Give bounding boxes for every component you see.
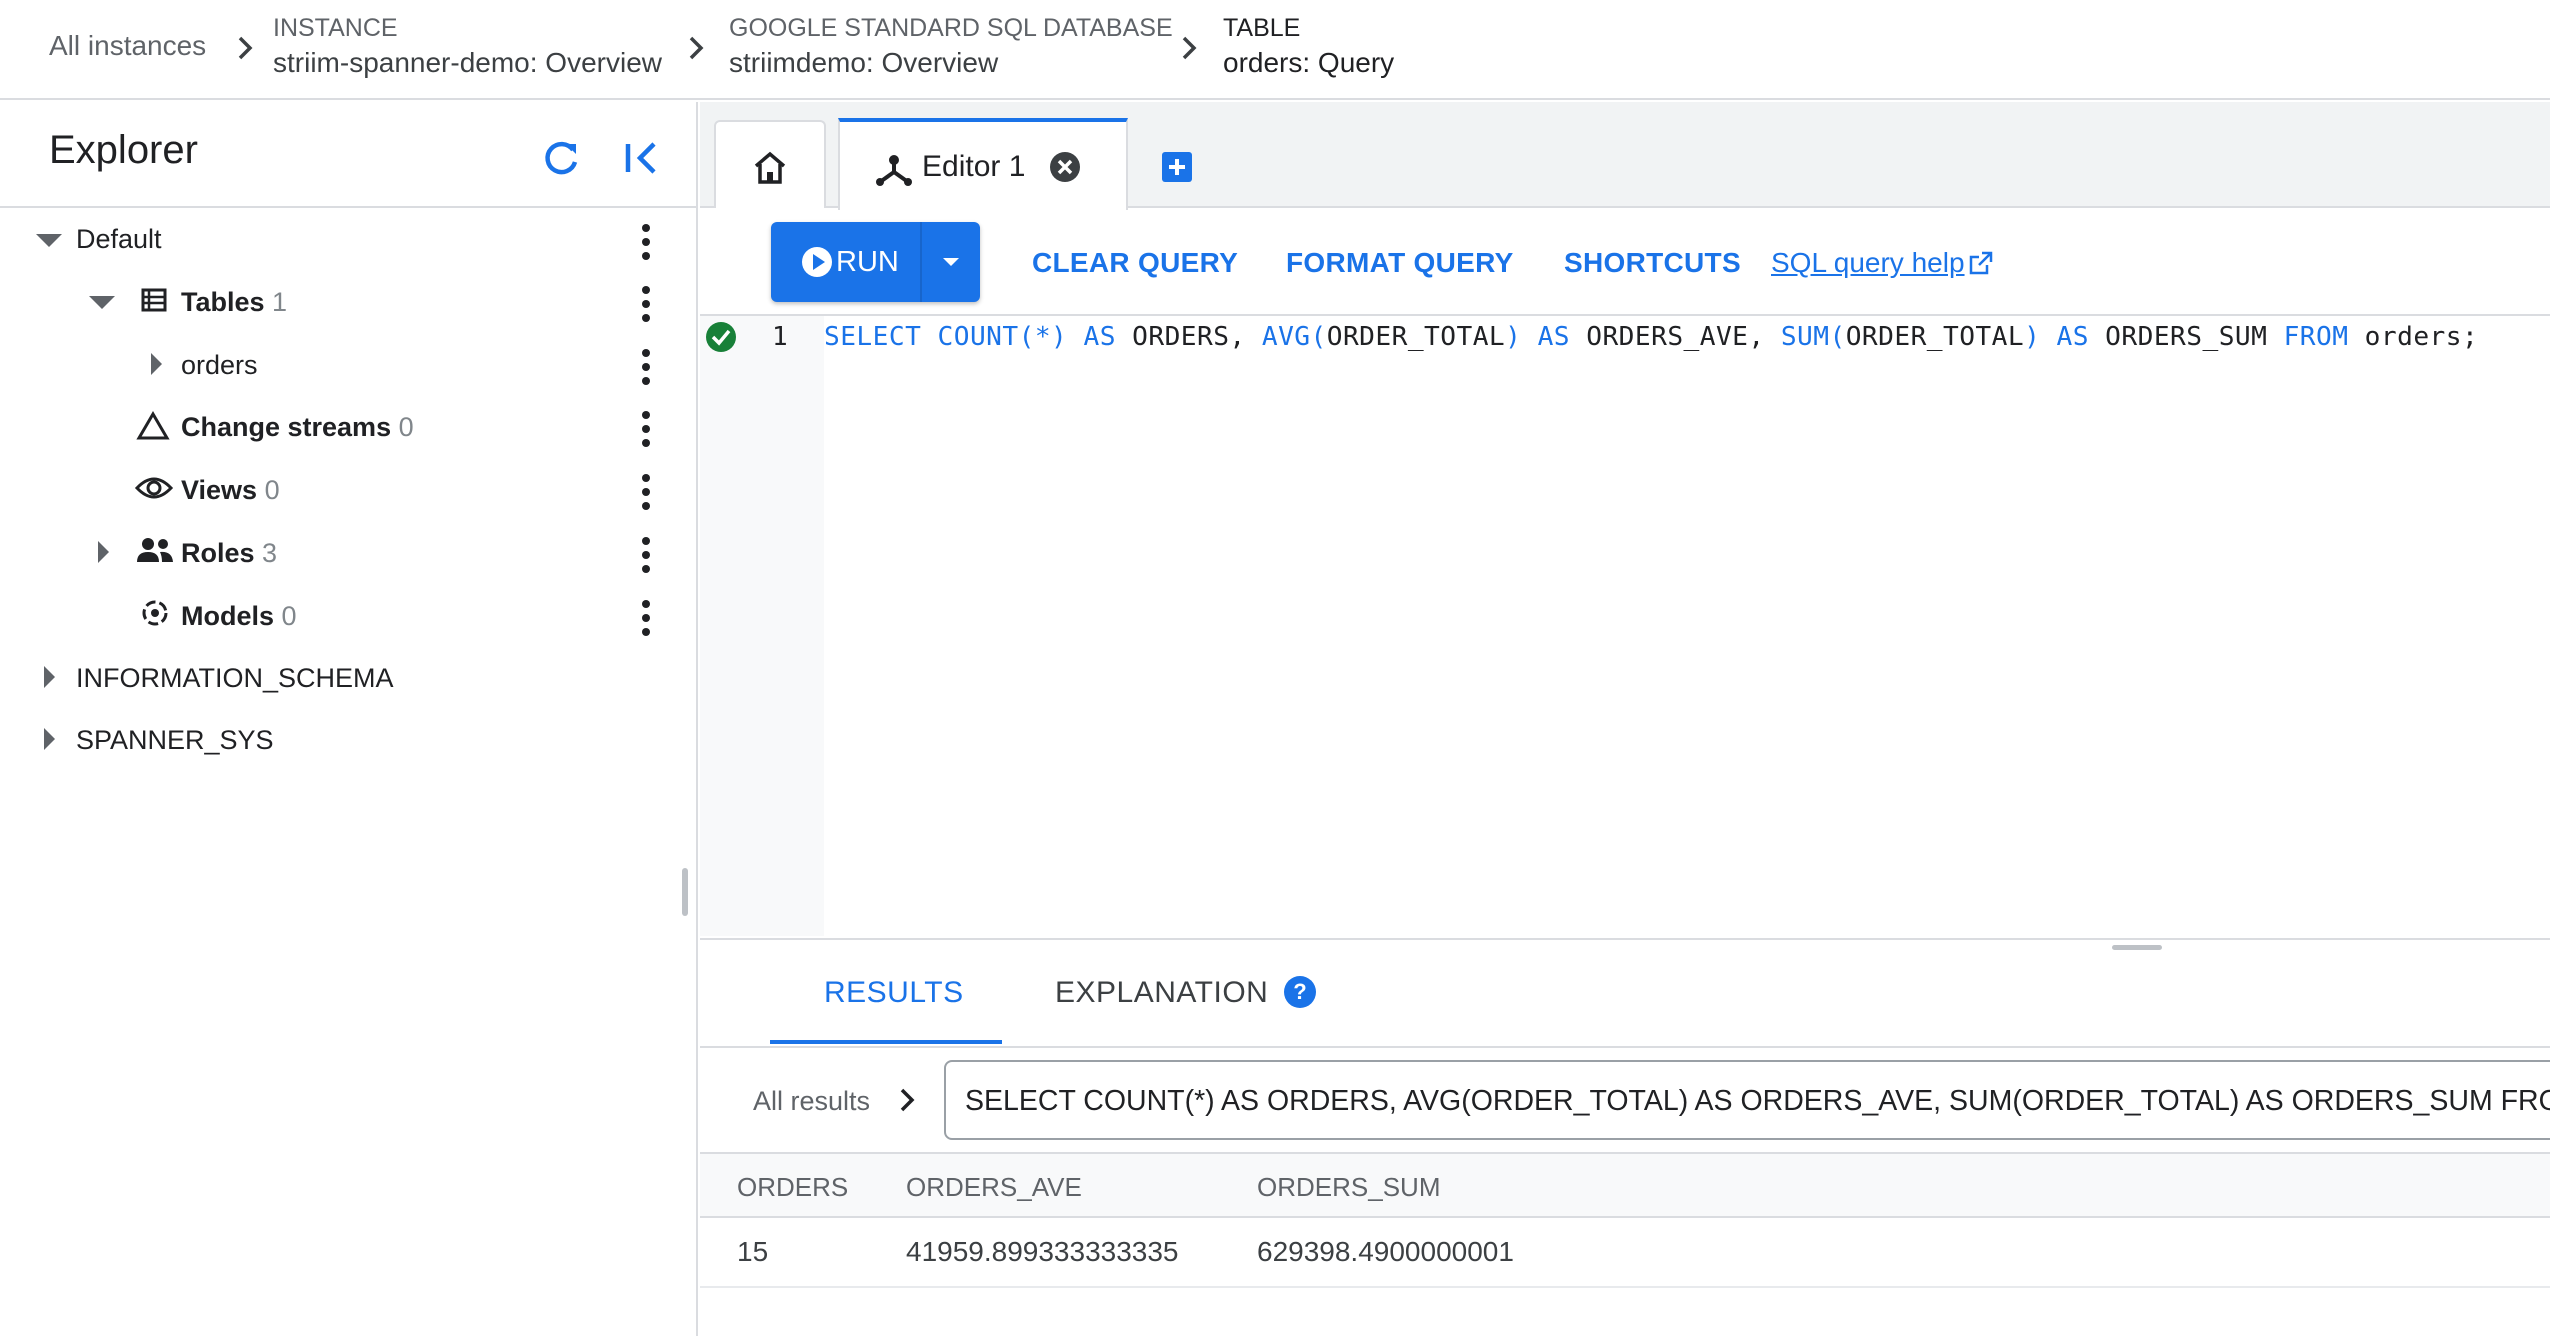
sql-keyword-token: ) <box>1505 322 1522 352</box>
run-divider <box>920 222 922 302</box>
sql-keyword-token: AS <box>1537 322 1571 352</box>
all-results-link[interactable]: All results <box>753 1086 870 1117</box>
run-label: RUN <box>836 246 899 278</box>
eye-icon <box>135 477 173 499</box>
collapse-panel-icon[interactable] <box>620 136 664 180</box>
column-header[interactable]: ORDERS <box>737 1172 848 1203</box>
breadcrumb-table-type: TABLE <box>1223 14 1301 42</box>
check-circle-icon <box>706 322 736 352</box>
chevron-right-icon <box>689 36 704 60</box>
tree-item-tables[interactable]: Tables 1 <box>181 287 287 318</box>
close-tab-icon[interactable] <box>1048 150 1082 184</box>
results-query-text: SELECT COUNT(*) AS ORDERS, AVG(ORDER_TOT… <box>965 1085 2550 1117</box>
query-editor-icon <box>876 155 912 186</box>
breadcrumb-table-current: orders: Query <box>1223 47 1395 78</box>
sql-keyword-token: SELECT <box>824 322 922 352</box>
column-header[interactable]: ORDERS_SUM <box>1257 1172 1440 1203</box>
breadcrumb-database-type: GOOGLE STANDARD SQL DATABASE <box>729 14 1173 42</box>
sql-keyword-token: AS <box>2056 322 2089 352</box>
divider <box>0 206 698 208</box>
home-icon <box>754 151 786 184</box>
table-cell: 41959.899333333335 <box>906 1236 1179 1267</box>
tab-editor-label: Editor 1 <box>922 150 1026 183</box>
caret-down-icon[interactable] <box>89 296 115 309</box>
chevron-right-icon <box>238 36 253 60</box>
more-vert-icon[interactable] <box>640 470 652 510</box>
more-vert-icon[interactable] <box>640 596 652 636</box>
table-icon <box>141 288 167 312</box>
tree-item-default[interactable]: Default <box>76 224 162 255</box>
more-vert-icon[interactable] <box>640 345 652 385</box>
sql-token: ORDERS_SUM <box>2088 322 2284 352</box>
run-options-dropdown[interactable] <box>937 250 965 274</box>
divider <box>700 314 2550 316</box>
sql-token: ORDER_TOTAL <box>1845 322 2025 352</box>
help-icon[interactable]: ? <box>1284 976 1316 1008</box>
caret-right-icon[interactable] <box>98 541 109 563</box>
open-in-new-icon <box>1969 251 1993 275</box>
sql-query-help-link[interactable]: SQL query help <box>1771 247 1965 279</box>
tree-item-roles[interactable]: Roles 3 <box>181 538 277 569</box>
tree-item-spanner-sys[interactable]: SPANNER_SYS <box>76 725 274 756</box>
add-tab-icon[interactable] <box>1160 150 1194 184</box>
play-icon <box>802 247 832 277</box>
table-row <box>700 1286 2550 1288</box>
breadcrumb-all-instances[interactable]: All instances <box>49 30 206 62</box>
clear-query-button[interactable]: CLEAR QUERY <box>1032 247 1238 279</box>
shortcuts-button[interactable]: SHORTCUTS <box>1564 247 1741 279</box>
explorer-panel <box>0 102 698 1336</box>
more-vert-icon[interactable] <box>640 220 652 260</box>
tree-item-views[interactable]: Views 0 <box>181 475 280 506</box>
tree-item-information-schema[interactable]: INFORMATION_SCHEMA <box>76 663 394 694</box>
caret-right-icon[interactable] <box>44 666 55 688</box>
sql-editor[interactable]: SELECT COUNT(*) AS ORDERS, AVG(ORDER_TOT… <box>824 322 2478 352</box>
chevron-right-icon <box>900 1088 915 1112</box>
refresh-icon[interactable] <box>540 136 584 180</box>
more-vert-icon[interactable] <box>640 533 652 573</box>
sql-token: ORDERS_AVE, <box>1570 322 1781 352</box>
caret-down-icon[interactable] <box>36 234 62 247</box>
column-header[interactable]: ORDERS_AVE <box>906 1172 1082 1203</box>
line-number: 1 <box>772 322 788 352</box>
editor-gutter <box>700 316 824 936</box>
active-tab-indicator <box>770 1040 1002 1044</box>
tab-results[interactable]: RESULTS <box>824 976 964 1010</box>
results-resize-handle[interactable] <box>2112 945 2162 950</box>
more-vert-icon[interactable] <box>640 407 652 447</box>
breadcrumb-instance-type: INSTANCE <box>273 14 398 42</box>
sql-token: ORDER_TOTAL <box>1326 322 1506 352</box>
breadcrumb-database-link[interactable]: striimdemo: Overview <box>729 47 998 79</box>
chevron-right-icon <box>1182 36 1197 60</box>
divider <box>700 1046 2550 1048</box>
table-cell: 15 <box>737 1236 769 1267</box>
sql-keyword-token: SUM( <box>1780 322 1846 352</box>
sql-token: ORDERS, <box>1115 322 1262 352</box>
tree-item-orders[interactable]: orders <box>181 350 258 381</box>
model-icon <box>142 600 168 626</box>
people-icon <box>137 538 173 562</box>
explorer-title: Explorer <box>49 128 198 172</box>
panel-resize-handle[interactable] <box>682 868 688 916</box>
sql-keyword-token: AS <box>1083 322 1116 352</box>
breadcrumb-instance-link[interactable]: striim-spanner-demo: Overview <box>273 47 662 79</box>
sql-keyword-token: FROM <box>2283 322 2349 352</box>
table-cell: 629398.4900000001 <box>1257 1236 1514 1267</box>
tab-explanation[interactable]: EXPLANATION <box>1055 976 1268 1010</box>
more-vert-icon[interactable] <box>640 282 652 322</box>
sql-keyword-token: ) <box>2024 322 2041 352</box>
sql-keyword-token: COUNT(*) <box>937 322 1068 352</box>
caret-right-icon[interactable] <box>151 353 162 375</box>
tree-item-models[interactable]: Models 0 <box>181 601 297 632</box>
divider <box>700 938 2550 940</box>
format-query-button[interactable]: FORMAT QUERY <box>1286 247 1514 279</box>
change-streams-icon <box>136 411 170 440</box>
sql-token: orders; <box>2348 322 2479 352</box>
caret-right-icon[interactable] <box>44 728 55 750</box>
sql-keyword-token: AVG( <box>1261 322 1327 352</box>
tree-item-change-streams[interactable]: Change streams 0 <box>181 412 414 443</box>
